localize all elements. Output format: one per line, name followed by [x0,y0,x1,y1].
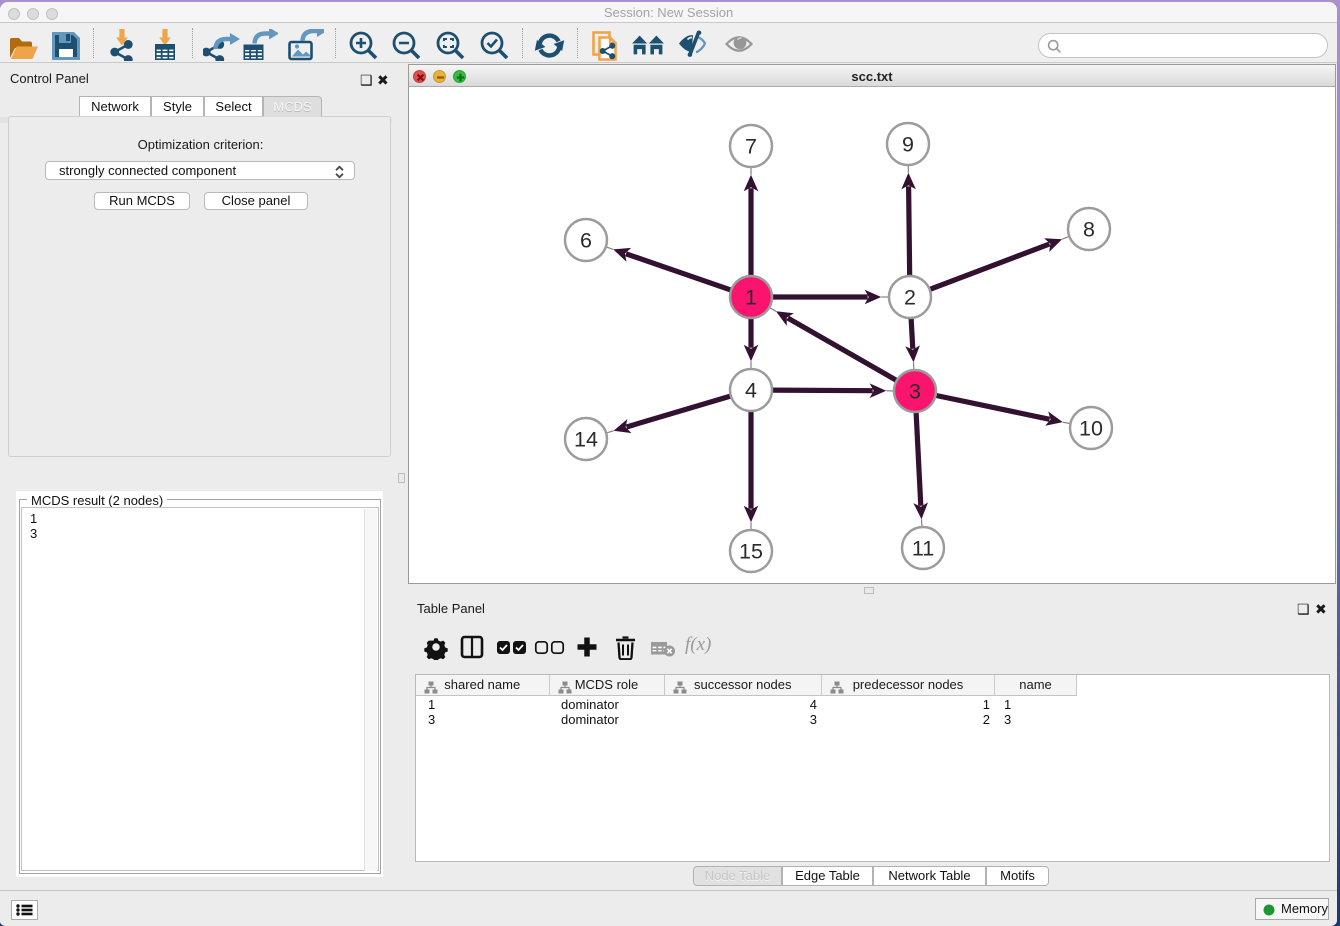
svg-text:11: 11 [912,537,934,561]
svg-text:4: 4 [745,379,757,403]
svg-text:9: 9 [902,133,914,157]
svg-text:2: 2 [904,286,916,310]
svg-text:1: 1 [745,286,757,310]
svg-text:3: 3 [909,380,921,404]
svg-text:8: 8 [1083,218,1095,242]
svg-text:14: 14 [574,428,598,452]
svg-text:7: 7 [745,135,757,159]
svg-text:15: 15 [739,540,763,564]
svg-text:10: 10 [1079,417,1103,441]
svg-text:6: 6 [580,229,592,253]
